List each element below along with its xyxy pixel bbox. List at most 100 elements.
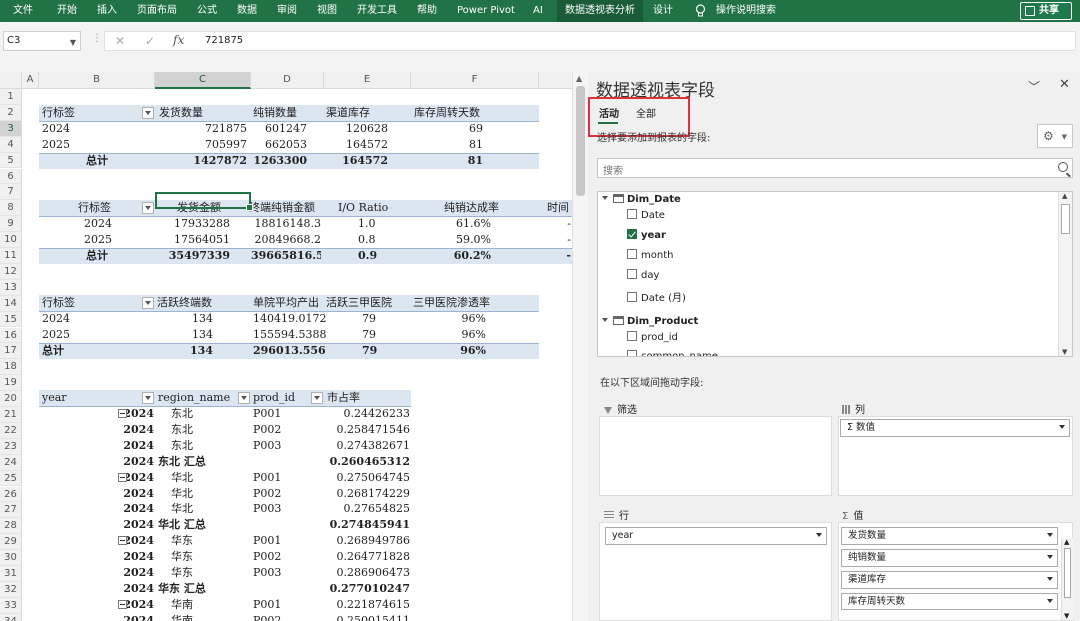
tab-data[interactable]: 数据 xyxy=(237,0,257,22)
pivot4-region-cell[interactable]: 东北 xyxy=(171,406,251,421)
column-header-b[interactable]: B xyxy=(39,72,155,89)
pivot2-total-cell[interactable]: 39665816.5 xyxy=(251,248,321,263)
pivot4-year-cell[interactable]: 2024 xyxy=(39,581,154,596)
filter-dropdown-icon[interactable] xyxy=(142,202,154,214)
select-all-corner[interactable] xyxy=(0,72,22,89)
pivot3-cell[interactable]: 134 xyxy=(155,311,213,326)
pivot3-row-label[interactable]: 2024 xyxy=(42,311,70,326)
pivot3-total-cell[interactable]: 96% xyxy=(411,343,486,358)
pivot4-year-cell[interactable]: 2024 xyxy=(39,422,154,437)
column-header-f[interactable]: F xyxy=(411,72,539,89)
pivot4-prod-cell[interactable]: P002 xyxy=(253,486,323,501)
row-header[interactable]: 11 xyxy=(0,248,22,264)
scroll-down-icon[interactable]: ▼ xyxy=(1062,348,1067,356)
pivot2-total-cell[interactable]: 35497339 xyxy=(155,248,230,263)
pivot4-share-cell[interactable]: 0.258471546 xyxy=(324,422,410,437)
pivot3-cell[interactable]: 79 xyxy=(362,311,376,326)
pivot4-share-cell[interactable]: 0.277010247 xyxy=(324,581,410,596)
pivot2-cell[interactable]: - xyxy=(545,216,571,231)
row-header[interactable]: 2 xyxy=(0,104,22,121)
filter-dropdown-icon[interactable] xyxy=(238,392,250,404)
pivot1-cell[interactable]: 721875 xyxy=(155,121,247,136)
pivot4-region-cell[interactable]: 华北 xyxy=(171,486,251,501)
row-header[interactable]: 33 xyxy=(0,597,22,614)
pivot1-cell[interactable]: 662053 xyxy=(251,137,307,152)
tab-all[interactable]: 全部 xyxy=(636,105,656,120)
pivot3-cell[interactable]: 155594.5388 xyxy=(253,327,326,342)
pivot4-year-cell[interactable]: 2024 xyxy=(39,406,154,421)
pivot2-cell[interactable]: 17564051 xyxy=(155,232,230,247)
pivot4-share-cell[interactable]: 0.268174229 xyxy=(324,486,410,501)
field-group-dim-product[interactable]: Dim_Product xyxy=(602,316,698,327)
pivot4-year-cell[interactable]: 2024 xyxy=(39,438,154,453)
scrollbar-thumb[interactable] xyxy=(1064,548,1071,598)
spreadsheet-grid[interactable]: A B C D E F 1 2 3 4 5 6 7 8 9 10 11 12 13 14 15 16 17 18 1… xyxy=(0,72,572,621)
pivot4-year-cell[interactable]: 2024 xyxy=(39,454,154,469)
tell-me-search[interactable]: 操作说明搜索 xyxy=(716,0,776,22)
pivot3-row-label[interactable]: 2025 xyxy=(42,327,70,342)
pivot4-year-cell[interactable]: 2024 xyxy=(39,486,154,501)
filter-dropdown-icon[interactable] xyxy=(142,297,154,309)
pivot4-region-cell[interactable]: 华南 xyxy=(171,597,251,612)
pivot4-share-cell[interactable]: 0.27654825 xyxy=(324,501,410,516)
row-header[interactable]: 8 xyxy=(0,200,22,217)
field-group-dim-date[interactable]: Dim_Date xyxy=(602,194,681,205)
pivot1-total-cell[interactable]: 1263300 xyxy=(251,153,307,168)
pivot3-total-label[interactable]: 总计 xyxy=(42,343,64,358)
pivot2-total-cell[interactable]: 0.9 xyxy=(358,248,377,263)
pivot2-total-label[interactable]: 总计 xyxy=(39,248,155,263)
pivot1-total-cell[interactable]: 164572 xyxy=(324,153,388,168)
zone-item-shipqty[interactable]: 发货数量 xyxy=(841,527,1058,545)
pivot1-row-label[interactable]: 2025 xyxy=(42,137,70,152)
field-list[interactable]: Dim_Date Date year month day Date (月) Di… xyxy=(597,191,1073,357)
field-search-input[interactable]: 搜索 xyxy=(597,158,1073,178)
more-icon[interactable]: ⋮ xyxy=(92,33,102,44)
row-header[interactable]: 16 xyxy=(0,327,22,344)
field-item-year[interactable]: year xyxy=(627,229,666,241)
tab-review[interactable]: 审阅 xyxy=(277,0,297,22)
pivot4-region-cell[interactable]: 华南 xyxy=(171,613,251,621)
field-item-date[interactable]: Date xyxy=(627,209,665,221)
values-scrollbar[interactable]: ▲ ▼ xyxy=(1061,538,1073,620)
chevron-down-icon[interactable] xyxy=(1047,599,1053,603)
checkbox-icon[interactable] xyxy=(627,292,637,302)
field-item-common-name[interactable]: common_name xyxy=(627,350,718,356)
pivot4-share-cell[interactable]: 0.260465312 xyxy=(324,454,410,469)
row-header[interactable]: 14 xyxy=(0,295,22,312)
pivot3-cell[interactable]: 96% xyxy=(411,311,486,326)
pivot4-share-cell[interactable]: 0.24426233 xyxy=(324,406,410,421)
row-header[interactable]: 15 xyxy=(0,311,22,328)
row-header[interactable]: 21 xyxy=(0,407,22,423)
zone-item-values-field[interactable]: Σ 数值 xyxy=(840,419,1070,437)
pivot3-total-cell[interactable]: 296013.556 xyxy=(253,343,326,358)
column-header-next[interactable] xyxy=(539,72,572,89)
column-header-d[interactable]: D xyxy=(251,72,324,89)
pivot2-cell[interactable]: 17933288 xyxy=(155,216,230,231)
pivot2-total-cell[interactable]: 60.2% xyxy=(411,248,491,263)
tab-power-pivot[interactable]: Power Pivot xyxy=(457,0,515,22)
pivot3-cell[interactable]: 96% xyxy=(411,327,486,342)
row-header[interactable]: 7 xyxy=(0,184,22,201)
tab-pivot-analyze[interactable]: 数据透视表分析 xyxy=(557,0,643,22)
pivot4-year-cell[interactable]: 2024 xyxy=(39,549,154,564)
row-header[interactable]: 13 xyxy=(0,279,22,296)
pivot4-prod-cell[interactable]: P002 xyxy=(253,549,323,564)
sheet-vertical-scrollbar[interactable]: ▲ xyxy=(572,72,588,621)
row-header[interactable]: 17 xyxy=(0,343,22,360)
tab-file[interactable]: 文件 xyxy=(13,0,33,22)
pivot3-total-cell[interactable]: 134 xyxy=(155,343,213,358)
chevron-down-icon[interactable] xyxy=(816,533,822,537)
chevron-down-icon[interactable]: ﹀ xyxy=(1028,78,1040,95)
settings-button[interactable]: ⚙ ▼ xyxy=(1037,124,1073,148)
pivot4-prod-cell[interactable]: P001 xyxy=(253,533,323,548)
pivot4-share-cell[interactable]: 0.275064745 xyxy=(324,470,410,485)
pivot4-year-cell[interactable]: 2024 xyxy=(39,470,154,485)
tab-formulas[interactable]: 公式 xyxy=(197,0,217,22)
checkbox-icon[interactable] xyxy=(627,209,637,219)
tab-view[interactable]: 视图 xyxy=(317,0,337,22)
pivot4-region-cell[interactable]: 东北 xyxy=(171,422,251,437)
collapse-icon[interactable] xyxy=(118,536,127,546)
column-header-c[interactable]: C xyxy=(155,72,251,89)
pivot4-prod-cell[interactable]: P003 xyxy=(253,501,323,516)
pivot2-cell[interactable]: 1.0 xyxy=(358,216,376,231)
